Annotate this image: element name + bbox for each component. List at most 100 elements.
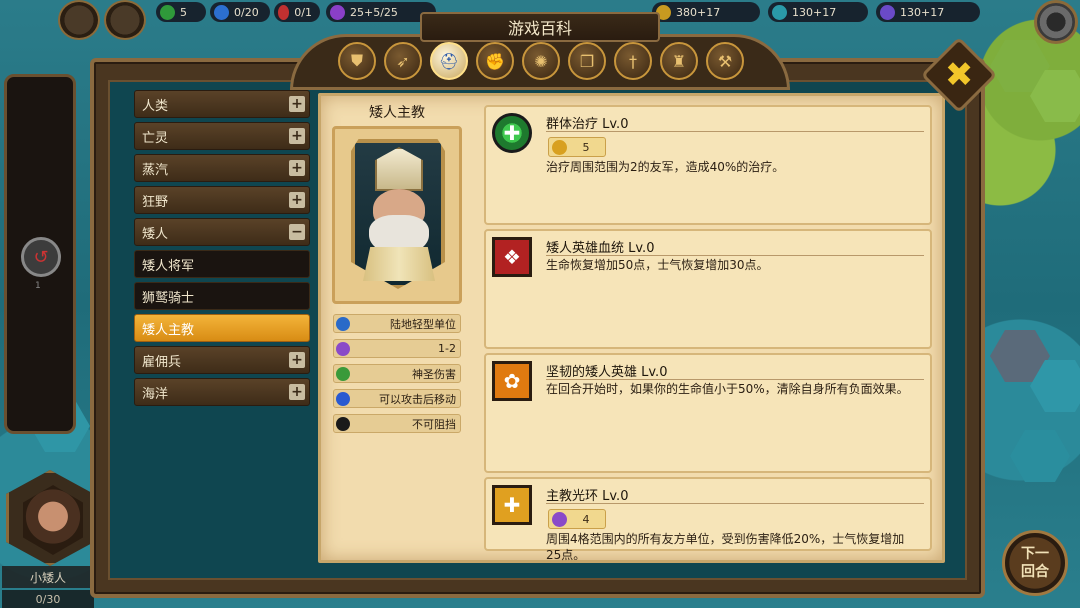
unstoppable-icon xyxy=(336,416,350,431)
aura-icon: ✚ xyxy=(492,485,532,525)
expand-icon[interactable]: + xyxy=(289,96,305,112)
category-tab-swirl-icon[interactable]: ✺ xyxy=(522,42,560,80)
race-item-label: 亡灵 xyxy=(142,130,169,146)
unit-details-panel: 矮人主教 陆地轻型单位 1-2 神圣伤害可以攻击后移动不可阻挡 ✚ 群体治疗 Lv.0… xyxy=(318,93,945,563)
expand-icon[interactable]: + xyxy=(289,160,305,176)
race-item-label: 狂野 xyxy=(142,194,169,210)
skill-badge-value: 4 xyxy=(582,512,590,526)
skill-description: 周围4格范围内的所有友方单位，受到伤害降低20%，士气恢复增加25点。 xyxy=(546,532,905,562)
race-item[interactable]: 亡灵 + xyxy=(134,122,310,150)
unit-item[interactable]: 矮人主教 xyxy=(134,314,310,342)
category-tab-fist-icon[interactable]: ✊ xyxy=(476,42,514,80)
category-tabs: ⛊ ➶ ⛑ ✊ ✺ ❐ † ♜ ⚒ xyxy=(338,42,744,80)
collapse-icon[interactable]: − xyxy=(289,224,305,240)
unit-item[interactable]: 狮鹫骑士 xyxy=(134,282,310,310)
race-item-label: 蒸汽 xyxy=(142,162,169,178)
race-item[interactable]: 海洋 + xyxy=(134,378,310,406)
unit-attribute-text: 神圣伤害 xyxy=(412,367,456,381)
race-item-label: 矮人将军 xyxy=(142,258,195,274)
swirl-icon xyxy=(330,4,345,20)
skill-divider xyxy=(546,379,924,380)
unit-attribute: 可以攻击后移动 xyxy=(333,389,461,408)
helmet-icon: ⛑ xyxy=(438,51,460,71)
race-item-label: 海洋 xyxy=(142,386,169,402)
person-icon xyxy=(214,4,229,20)
tower-icon: ♜ xyxy=(671,51,687,71)
range-icon xyxy=(552,511,567,527)
category-tab-hammer-icon[interactable]: ⚒ xyxy=(706,42,744,80)
race-item[interactable]: 狂野 + xyxy=(134,186,310,214)
shop-icon[interactable] xyxy=(104,0,146,40)
expand-icon[interactable]: + xyxy=(289,192,305,208)
unit-attribute-text: 1-2 xyxy=(438,342,456,355)
unit-recall-button[interactable]: ↺ xyxy=(21,237,61,277)
category-tab-sword-icon[interactable]: † xyxy=(614,42,652,80)
left-rail: ↺ 1 xyxy=(4,74,76,434)
unit-attribute-text: 陆地轻型单位 xyxy=(390,317,456,331)
resource-counter: 0/20 xyxy=(210,2,270,22)
swirl-icon: ✺ xyxy=(534,51,548,71)
category-tab-helmet-icon[interactable]: ⛑ xyxy=(430,42,468,80)
category-tab-shield-icon[interactable]: ⛊ xyxy=(338,42,376,80)
book-icon: ❐ xyxy=(579,51,595,71)
category-tab-feather-icon[interactable]: ➶ xyxy=(384,42,422,80)
expand-icon[interactable]: + xyxy=(289,128,305,144)
race-item-label: 人类 xyxy=(142,98,169,114)
unit-robe xyxy=(363,247,435,281)
skill-badge-value: 5 xyxy=(582,140,590,154)
race-list: 人类 + 亡灵 + 蒸汽 + 狂野 + 矮人 − 矮人将军狮鹫骑士矮人主教雇佣兵 + 海洋 + xyxy=(134,90,310,410)
skill-name: 群体治疗 Lv.0 xyxy=(546,117,629,132)
settings-gear-icon[interactable] xyxy=(1034,0,1078,44)
skill-entry: ✿ 坚韧的矮人英雄 Lv.0 在回合开始时，如果你的生命值小于50%，清除自身所有负… xyxy=(484,353,932,473)
unit-item[interactable]: 矮人将军 xyxy=(134,250,310,278)
move-after-attack-icon xyxy=(336,391,350,406)
fist-icon: ✊ xyxy=(485,51,505,71)
resource-value: 5 xyxy=(180,5,187,19)
holy-damage-icon xyxy=(336,366,350,381)
unit-attribute: 1-2 xyxy=(333,339,461,358)
sword-icon: † xyxy=(629,51,637,71)
unit-attribute: 不可阻挡 xyxy=(333,414,461,433)
race-item[interactable]: 人类 + xyxy=(134,90,310,118)
bag-icon[interactable] xyxy=(58,0,100,40)
category-tab-book-icon[interactable]: ❐ xyxy=(568,42,606,80)
skill-divider xyxy=(546,255,924,256)
race-item-label: 矮人 xyxy=(142,226,169,242)
resource-value: 0/1 xyxy=(294,5,312,19)
unit-name: 矮人主教 xyxy=(369,105,425,121)
cooldown-icon xyxy=(552,139,567,155)
hammer-icon: ⚒ xyxy=(717,51,733,71)
unit-portrait xyxy=(332,126,462,304)
skill-description: 治疗周围范围为2的友军，造成40%的治疗。 xyxy=(546,160,785,174)
skill-entry: ✚ 群体治疗 Lv.0 5 治疗周围范围为2的友军，造成40%的治疗。 xyxy=(484,105,932,225)
resource-value: 380+17 xyxy=(676,5,721,19)
map-hex xyxy=(1010,430,1070,482)
hero-count: 0/30 xyxy=(2,590,94,608)
heal-icon: ✚ xyxy=(492,113,532,153)
race-item[interactable]: 蒸汽 + xyxy=(134,154,310,182)
shield-icon: ⛊ xyxy=(350,51,363,70)
hero-face xyxy=(23,485,83,555)
hero-name: 小矮人 xyxy=(2,566,94,588)
unit-attribute: 神圣伤害 xyxy=(333,364,461,383)
resource-counter: 130+17 xyxy=(768,2,868,22)
unit-attribute-text: 不可阻挡 xyxy=(412,417,456,431)
category-tab-tower-icon[interactable]: ♜ xyxy=(660,42,698,80)
race-item[interactable]: 矮人 − xyxy=(134,218,310,246)
skill-list: ✚ 群体治疗 Lv.0 5 治疗周围范围为2的友军，造成40%的治疗。 ❖ 矮人英雄血统 … xyxy=(484,105,932,562)
expand-icon[interactable]: + xyxy=(289,384,305,400)
leaf-icon xyxy=(160,4,175,20)
bloodline-icon: ❖ xyxy=(492,237,532,277)
sword-icon xyxy=(278,4,290,20)
skill-name: 矮人英雄血统 Lv.0 xyxy=(546,241,655,256)
next-turn-button[interactable]: 下一回合 xyxy=(1002,530,1068,596)
skill-name: 主教光环 Lv.0 xyxy=(546,489,629,504)
skill-badge: 4 xyxy=(548,509,606,529)
race-item[interactable]: 雇佣兵 + xyxy=(134,346,310,374)
expand-icon[interactable]: + xyxy=(289,352,305,368)
resource-counter: 380+17 xyxy=(652,2,760,22)
race-item-label: 狮鹫骑士 xyxy=(142,290,195,306)
race-item-label: 矮人主教 xyxy=(142,322,195,338)
skill-description: 在回合开始时，如果你的生命值小于50%，清除自身所有负面效果。 xyxy=(546,382,909,396)
unit-type-icon xyxy=(336,316,350,331)
